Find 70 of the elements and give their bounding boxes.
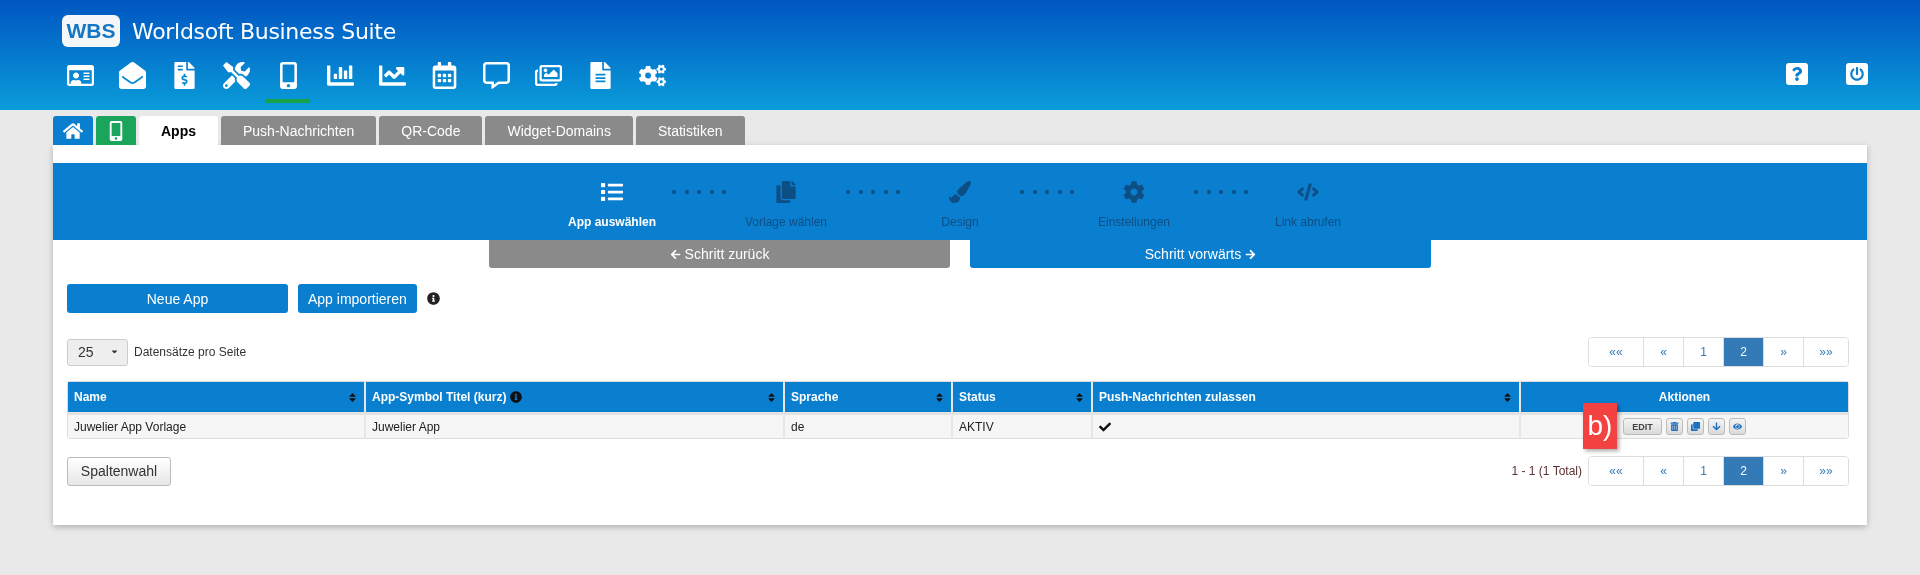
column-header[interactable]: App-Symbol Titel (kurz) — [364, 382, 783, 412]
button-label: Schritt zurück — [684, 246, 770, 262]
envelope-icon[interactable] — [118, 59, 146, 91]
app-title: Worldsoft Business Suite — [132, 18, 396, 44]
tab[interactable]: Apps — [139, 116, 218, 145]
column-header[interactable]: Sprache — [783, 382, 951, 412]
page-link[interactable]: 2 — [1723, 338, 1763, 366]
delete-button[interactable] — [1665, 418, 1683, 435]
tab[interactable]: Push-Nachrichten — [221, 116, 377, 145]
sort-icon[interactable] — [766, 391, 777, 403]
column-header[interactable]: Status — [951, 382, 1091, 412]
page-size-select[interactable]: 25 — [67, 338, 128, 366]
tab[interactable]: QR-Code — [379, 116, 483, 145]
gear-icon — [1123, 179, 1145, 205]
message-icon[interactable] — [482, 59, 510, 91]
column-title: App-Symbol Titel (kurz) — [372, 390, 507, 404]
sort-icon[interactable] — [1502, 391, 1513, 403]
logo: WBS — [62, 15, 120, 47]
column-title: Sprache — [791, 390, 839, 404]
sort-icon[interactable] — [1074, 391, 1085, 403]
page-link[interactable]: 2 — [1723, 457, 1763, 485]
table-cell: de — [783, 412, 951, 438]
sort-icon[interactable] — [347, 391, 358, 403]
home-icon — [63, 120, 83, 141]
brush-icon — [949, 179, 971, 205]
home-tab[interactable] — [53, 116, 93, 145]
arrow-left-icon — [669, 248, 681, 260]
table-cell: Juwelier App Vorlage — [68, 412, 364, 438]
dotted-connector — [1020, 190, 1074, 194]
documents-icon — [775, 179, 797, 205]
dotted-connector — [846, 190, 900, 194]
edit-button[interactable]: EDIT — [1623, 418, 1662, 435]
download-button[interactable] — [1707, 418, 1725, 435]
view-icon — [1732, 422, 1742, 431]
info-icon[interactable] — [426, 292, 440, 305]
table-cell: Juwelier App — [364, 412, 783, 438]
page-link[interactable]: »» — [1803, 338, 1848, 366]
column-header[interactable]: Push-Nachrichten zulassen — [1091, 382, 1519, 412]
arrow-right-icon — [1245, 248, 1257, 260]
sort-icon[interactable] — [934, 391, 945, 403]
tab[interactable]: Widget-Domains — [485, 116, 633, 145]
column-title: Name — [74, 390, 107, 404]
new-app-button[interactable]: Neue App — [67, 284, 288, 313]
column-title: Aktionen — [1658, 390, 1711, 404]
step-label[interactable]: App auswählen — [568, 215, 656, 229]
dotted-connector — [1194, 190, 1248, 194]
page-link[interactable]: »» — [1803, 457, 1848, 485]
column-choice-button[interactable]: Spaltenwahl — [67, 456, 171, 486]
power-icon[interactable] — [1846, 63, 1868, 85]
record-count: 1 - 1 (1 Total) — [1511, 464, 1582, 478]
view-button[interactable] — [1728, 418, 1746, 435]
column-title: Push-Nachrichten zulassen — [1099, 390, 1256, 404]
calendar-icon[interactable] — [430, 59, 458, 91]
page-size-label: Datensätze pro Seite — [134, 345, 247, 359]
help-icon[interactable] — [1786, 63, 1808, 85]
button-label: Schritt vorwärts — [1144, 246, 1242, 262]
import-app-button[interactable]: App importieren — [298, 284, 417, 313]
copy-button[interactable] — [1686, 418, 1704, 435]
tools-icon[interactable] — [222, 59, 250, 91]
download-icon — [1711, 422, 1721, 431]
annotation-label: b) — [1583, 403, 1617, 449]
column-header[interactable]: Name — [68, 382, 364, 412]
dotted-connector — [672, 190, 726, 194]
delete-icon — [1669, 422, 1679, 431]
next-button[interactable]: Schritt vorwärts — [970, 240, 1431, 268]
table-cell: AKTIV — [951, 412, 1091, 438]
column-title: Status — [959, 390, 996, 404]
app-tab[interactable] — [96, 116, 136, 145]
copy-icon — [1690, 422, 1700, 431]
tab[interactable]: Statistiken — [635, 116, 745, 145]
